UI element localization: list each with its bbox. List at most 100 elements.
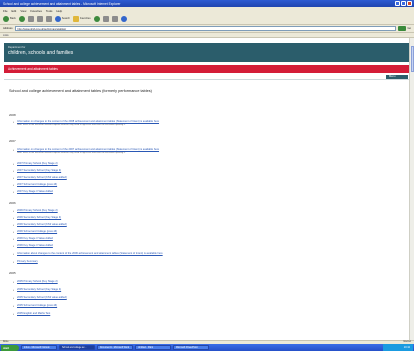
menu-help[interactable]: Help: [56, 9, 62, 13]
list-item: 2006 Secondary School (Key Stage 4): [13, 216, 61, 220]
menu-favorites[interactable]: Favorites: [30, 9, 42, 13]
favorites-label: Favorites: [80, 17, 91, 20]
address-label: Address: [3, 27, 13, 30]
list-item: 2006 Key Stage 3 Value Added: [13, 244, 53, 248]
list-item: 2005 Primary School (Key Stage 2): [13, 280, 58, 284]
star-icon: [73, 15, 79, 22]
list-item: 2005 English and Maths Test: [13, 312, 50, 316]
menu-file[interactable]: File: [3, 9, 8, 13]
statement-link-2008[interactable]: Information on changes to the content of…: [17, 120, 159, 123]
primary-summary-link[interactable]: Primary Summary: [17, 260, 38, 263]
maximize-button[interactable]: [401, 1, 406, 6]
search-button[interactable]: Search: [54, 15, 70, 22]
print-icon: [111, 15, 118, 22]
scrollbar-thumb[interactable]: [410, 46, 414, 72]
search-label: Search: [61, 17, 70, 20]
browser-note: Note: users of the Microsoft Internet Ex…: [17, 152, 126, 154]
forward-button[interactable]: [18, 15, 25, 22]
stop-icon: [27, 15, 34, 22]
table-link[interactable]: 2007 Secondary School (Key Stage 4): [17, 169, 61, 172]
stop-button[interactable]: [27, 15, 34, 22]
refresh-icon: [36, 15, 43, 22]
menu-view[interactable]: View: [20, 9, 26, 13]
messenger-icon: [120, 15, 127, 22]
clock: 10:42: [403, 346, 410, 349]
table-link[interactable]: 2005 School and College (post-16): [17, 304, 57, 307]
taskbar: start Inbox - Microsoft Outlook School a…: [0, 344, 414, 351]
table-link[interactable]: 2007 Primary School (Key Stage 2): [17, 162, 58, 165]
table-link[interactable]: 2005 Secondary School (Key Stage 4): [17, 288, 61, 291]
table-link[interactable]: 2007 Key Stage 3 Value Added: [17, 190, 53, 193]
back-arrow-icon: [3, 15, 9, 22]
table-link[interactable]: 2005 Primary School (Key Stage 2): [17, 280, 58, 283]
mail-icon: [102, 15, 109, 22]
close-button[interactable]: [407, 1, 412, 6]
list-item: 2007 Secondary School (KS3 value added): [13, 176, 67, 180]
go-button[interactable]: [397, 25, 406, 32]
address-bar: Address http://www.dcsf.gov.uk/performan…: [0, 25, 414, 33]
go-label: Go: [407, 27, 411, 30]
year-heading-2008: 2008: [9, 113, 16, 117]
taskbar-item[interactable]: Document1 - Microsoft Word: [97, 344, 133, 351]
year-heading-2006: 2006: [9, 201, 16, 205]
home-button[interactable]: [45, 15, 52, 22]
links-label[interactable]: Links: [3, 34, 9, 37]
table-link[interactable]: 2006 Secondary School (Key Stage 4): [17, 216, 61, 219]
system-tray: 10:42: [383, 344, 413, 351]
url-field[interactable]: http://www.dcsf.gov.uk/performancetables…: [14, 25, 396, 32]
window-controls: [395, 1, 412, 6]
list-item: 2006 Secondary School (KS3 value added): [13, 223, 67, 227]
window-title: School and college achievement and attai…: [3, 1, 121, 6]
page-scrollbar[interactable]: [409, 38, 414, 340]
start-button[interactable]: start: [1, 344, 19, 351]
taskbar-item[interactable]: Inbox - Microsoft Outlook: [21, 344, 57, 351]
mail-button[interactable]: [102, 15, 109, 22]
section-title: Achievement and attainment tables: [8, 67, 58, 72]
table-link[interactable]: 2006 Secondary School (KS3 value added): [17, 223, 67, 226]
taskbar-item-active[interactable]: School and college ac...: [59, 344, 95, 351]
list-item: Primary Summary: [13, 260, 38, 264]
favorites-button[interactable]: Favorites: [73, 15, 91, 22]
table-link[interactable]: 2005 Secondary School (KS3 value added): [17, 296, 67, 299]
taskbar-item[interactable]: Microsoft PowerPoint: [173, 344, 209, 351]
back-button[interactable]: Back: [3, 15, 16, 22]
table-link[interactable]: 2007 School and College (post-16): [17, 183, 57, 186]
dept-name[interactable]: children, schools and families: [8, 50, 406, 56]
table-link[interactable]: 2006 School and College (post-16): [17, 230, 57, 233]
section-title-bar: Achievement and attainment tables: [4, 65, 410, 73]
year-heading-2007: 2007: [9, 139, 16, 143]
refresh-button[interactable]: [36, 15, 43, 22]
list-item: Information about changes to the content…: [13, 252, 163, 256]
menu-tools[interactable]: Tools: [46, 9, 53, 13]
minimize-button[interactable]: [395, 1, 400, 6]
list-item: 2007 Secondary School (Key Stage 4): [13, 169, 61, 173]
menu-edit[interactable]: Edit: [12, 9, 17, 13]
page-viewport: Department for children, schools and fam…: [0, 38, 414, 340]
list-item: 2007 School and College (post-16): [13, 183, 57, 187]
statement-link-2007[interactable]: Information on changes to the content of…: [17, 148, 159, 151]
forward-arrow-icon: [18, 15, 25, 22]
list-item: 2006 Key Stage 3 Value Added: [13, 237, 53, 241]
messenger-button[interactable]: [120, 15, 127, 22]
print-button[interactable]: [111, 15, 118, 22]
page-title: School and college achievement and attai…: [9, 89, 152, 93]
list-item: Information on changes to the content of…: [13, 120, 159, 124]
table-link[interactable]: 2006 Key Stage 3 Value Added: [17, 237, 53, 240]
search-icon: [54, 15, 61, 22]
table-link[interactable]: 2006 Key Stage 3 Value Added: [17, 244, 53, 247]
browser-toolbar: Back Search Favorites: [0, 13, 414, 25]
home-icon: [45, 15, 52, 22]
taskbar-item[interactable]: Untitled - Paint: [135, 344, 171, 351]
list-item: 2007 Primary School (Key Stage 2): [13, 162, 58, 166]
table-link[interactable]: 2006 Primary School (Key Stage 2): [17, 209, 58, 212]
table-link[interactable]: 2005 English and Maths Test: [17, 312, 50, 315]
menu-button[interactable]: Menu: [386, 74, 408, 80]
statement-link-2006[interactable]: Information about changes to the content…: [17, 252, 163, 255]
back-label: Back: [10, 17, 16, 20]
list-item: 2007 Key Stage 3 Value Added: [13, 190, 53, 194]
history-icon: [93, 15, 100, 22]
window-titlebar: School and college achievement and attai…: [0, 0, 414, 7]
table-link[interactable]: 2007 Secondary School (KS3 value added): [17, 176, 67, 179]
year-heading-2005: 2005: [9, 271, 16, 275]
history-button[interactable]: [93, 15, 100, 22]
